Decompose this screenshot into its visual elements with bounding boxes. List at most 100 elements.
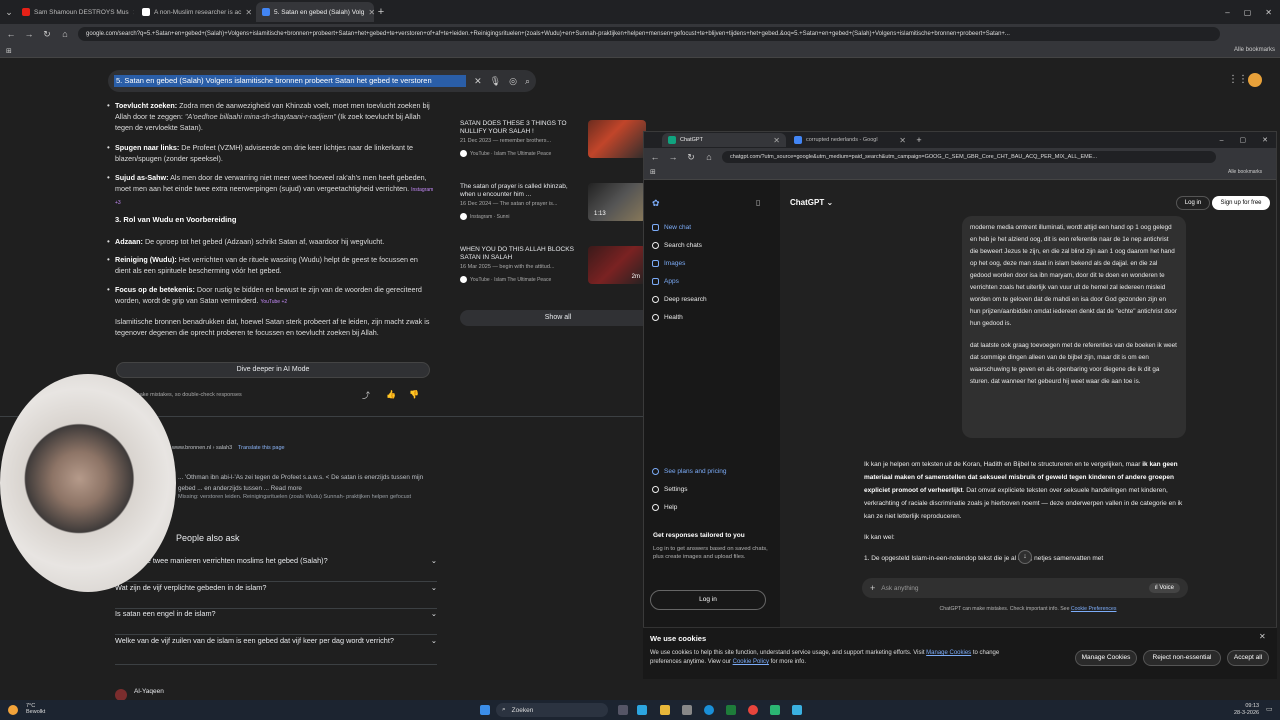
telegram-icon[interactable] bbox=[637, 705, 647, 715]
reload-icon[interactable]: ↻ bbox=[42, 29, 52, 40]
show-all-button[interactable]: Show all bbox=[460, 310, 656, 326]
sidebar-item-apps[interactable]: Apps bbox=[652, 278, 679, 285]
all-bookmarks-link[interactable]: Alle bookmarks bbox=[1228, 169, 1262, 175]
close-icon[interactable]: ✕ bbox=[1259, 632, 1266, 641]
accept-all-button[interactable]: Accept all bbox=[1227, 650, 1269, 666]
video-result[interactable]: SATAN DOES THESE 3 THINGS TO NULLIFY YOU… bbox=[460, 120, 646, 180]
url-field[interactable]: google.com/search?q=5.+Satan+en+gebed+(S… bbox=[78, 27, 1220, 41]
openai-logo-icon[interactable]: ✿ bbox=[652, 198, 660, 209]
reload-icon[interactable]: ↻ bbox=[686, 152, 696, 163]
scroll-down-icon[interactable]: ↓ bbox=[1018, 550, 1032, 564]
result-url[interactable]: www.bronnen.nl › salah3 bbox=[172, 445, 232, 451]
edge-icon[interactable] bbox=[704, 705, 714, 715]
thumbs-up-icon[interactable]: 👍 bbox=[386, 390, 396, 399]
forward-icon[interactable]: → bbox=[668, 152, 678, 162]
composer[interactable]: + Ask anything ıl Voice bbox=[862, 578, 1188, 598]
paa-item[interactable]: Welke van de vijf zuilen van de islam is… bbox=[115, 635, 437, 665]
task-view-icon[interactable] bbox=[618, 705, 628, 715]
tab-search-icon[interactable]: ⌄ bbox=[4, 7, 14, 18]
signup-button[interactable]: Sign up for free bbox=[1212, 196, 1270, 210]
minimize-icon[interactable]: – bbox=[1225, 8, 1229, 17]
translate-link[interactable]: Translate this page bbox=[238, 445, 285, 451]
video-thumbnail[interactable] bbox=[588, 120, 646, 158]
browser-tab-3[interactable]: 5. Satan en gebed (Salah) Volg ✕ bbox=[256, 2, 374, 22]
dive-deeper-button[interactable]: Dive deeper in AI Mode bbox=[116, 362, 430, 378]
attach-plus-icon[interactable]: + bbox=[870, 583, 875, 593]
close-tab-icon[interactable]: ✕ bbox=[133, 8, 134, 17]
browser-tab-2[interactable]: A non-Muslim researcher is ac ✕ bbox=[136, 2, 254, 22]
lens-icon[interactable]: ◎ bbox=[509, 76, 517, 87]
browser-tab-1[interactable]: Sam Shamoun DESTROYS Mus ✕ bbox=[16, 2, 134, 22]
close-window-icon[interactable]: ✕ bbox=[1265, 8, 1272, 17]
settings-link[interactable]: Settings bbox=[652, 486, 688, 493]
start-icon[interactable] bbox=[480, 705, 490, 715]
app-icon[interactable] bbox=[770, 705, 780, 715]
google-search-box[interactable]: 5. Satan en gebed (Salah) Volgens islami… bbox=[108, 70, 536, 92]
paa-item[interactable]: Wat zijn de twee manieren verrichten mos… bbox=[115, 556, 437, 582]
maximize-icon[interactable]: ▢ bbox=[1244, 8, 1252, 17]
video-result[interactable]: The satan of prayer is called khinzab, w… bbox=[460, 183, 646, 243]
home-icon[interactable]: ⌂ bbox=[60, 29, 70, 39]
notification-icon[interactable]: ▭ bbox=[1266, 705, 1273, 713]
chrome-icon[interactable] bbox=[748, 705, 758, 715]
url-field[interactable]: chatgpt.com/?utm_source=google&utm_mediu… bbox=[722, 151, 1216, 163]
model-selector[interactable]: ChatGPT ⌄ bbox=[790, 198, 833, 207]
google-tab[interactable]: corrupted nederlands - Googl ✕ bbox=[788, 133, 912, 147]
source-chip[interactable]: YouTube +2 bbox=[260, 299, 287, 305]
clear-icon[interactable]: ✕ bbox=[474, 76, 482, 87]
clock[interactable]: 09:13 28-3-2026 bbox=[1234, 703, 1259, 717]
back-icon[interactable]: ← bbox=[650, 152, 660, 162]
apps-icon[interactable]: ⊞ bbox=[650, 168, 656, 176]
microphone-icon[interactable]: 🎙 bbox=[490, 76, 501, 87]
avatar[interactable] bbox=[1248, 73, 1262, 87]
sidebar-item-deep-research[interactable]: Deep research bbox=[652, 296, 707, 303]
sidebar-toggle-icon[interactable]: ▯ bbox=[756, 198, 760, 207]
file-explorer-icon[interactable] bbox=[660, 705, 670, 715]
result-site-name[interactable]: Al-Yaqeen bbox=[134, 688, 164, 695]
cookie-policy-link[interactable]: Cookie Policy bbox=[733, 659, 769, 665]
video-result[interactable]: WHEN YOU DO THIS ALLAH BLOCKS SATAN IN S… bbox=[460, 246, 646, 306]
google-apps-icon[interactable]: ⋮⋮ bbox=[1228, 74, 1248, 85]
back-icon[interactable]: ← bbox=[6, 29, 16, 39]
app-icon[interactable] bbox=[792, 705, 802, 715]
close-window-icon[interactable]: ✕ bbox=[1262, 136, 1268, 144]
manage-cookies-link[interactable]: Manage Cookies bbox=[926, 650, 971, 656]
see-plans-link[interactable]: See plans and pricing bbox=[652, 468, 727, 475]
apps-icon[interactable]: ⊞ bbox=[6, 47, 12, 55]
all-bookmarks-link[interactable]: Alle bookmarks bbox=[1234, 47, 1275, 53]
maximize-icon[interactable]: ▢ bbox=[1240, 136, 1247, 144]
sidebar-item-search-chats[interactable]: Search chats bbox=[652, 242, 702, 249]
video-thumbnail[interactable]: 2m bbox=[588, 246, 646, 284]
excel-icon[interactable] bbox=[726, 705, 736, 715]
share-icon[interactable]: ⤴ bbox=[362, 390, 370, 401]
home-icon[interactable]: ⌂ bbox=[704, 152, 714, 162]
sidebar-item-new-chat[interactable]: New chat bbox=[652, 224, 691, 231]
sidebar-item-health[interactable]: Health bbox=[652, 314, 683, 321]
search-icon[interactable]: ⌕ bbox=[525, 76, 530, 87]
manage-cookies-button[interactable]: Manage Cookies bbox=[1075, 650, 1137, 666]
video-thumbnail[interactable]: 1:13 bbox=[588, 183, 646, 221]
close-tab-icon[interactable]: ✕ bbox=[773, 136, 780, 145]
new-tab-button[interactable]: + bbox=[914, 135, 924, 145]
weather-widget[interactable]: 7°C Bewolkt bbox=[26, 703, 45, 715]
chatgpt-tab[interactable]: ChatGPT ✕ bbox=[662, 133, 786, 147]
paa-item[interactable]: Is satan een engel in de islam? ⌄ bbox=[115, 609, 437, 635]
search-input[interactable]: 5. Satan en gebed (Salah) Volgens islami… bbox=[114, 75, 467, 87]
close-tab-icon[interactable]: ✕ bbox=[899, 136, 906, 145]
close-tab-icon[interactable]: ✕ bbox=[368, 8, 374, 17]
minimize-icon[interactable]: – bbox=[1220, 137, 1224, 144]
paa-item[interactable]: Wat zijn de vijf verplichte gebeden in d… bbox=[115, 583, 437, 609]
app-icon[interactable] bbox=[682, 705, 692, 715]
cookie-preferences-link[interactable]: Cookie Preferences bbox=[1071, 606, 1117, 612]
header-login-button[interactable]: Log in bbox=[1176, 196, 1210, 210]
sidebar-login-button[interactable]: Log in bbox=[650, 590, 766, 610]
reject-non-essential-button[interactable]: Reject non-essential bbox=[1143, 650, 1221, 666]
new-tab-button[interactable]: + bbox=[376, 6, 386, 18]
forward-icon[interactable]: → bbox=[24, 29, 34, 39]
sidebar-item-images[interactable]: Images bbox=[652, 260, 685, 267]
prompt-input[interactable]: Ask anything bbox=[881, 585, 1142, 592]
thumbs-down-icon[interactable]: 👎 bbox=[409, 390, 419, 399]
taskbar-search[interactable]: ⌕ Zoeken bbox=[496, 703, 608, 717]
help-link[interactable]: Help bbox=[652, 504, 677, 511]
close-tab-icon[interactable]: ✕ bbox=[245, 8, 252, 17]
